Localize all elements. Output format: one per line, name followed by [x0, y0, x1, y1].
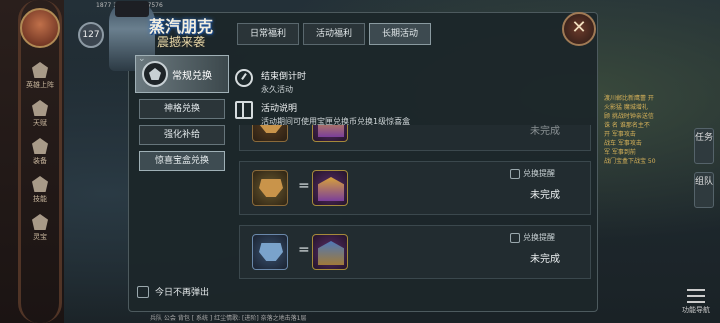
chest-icon	[318, 241, 344, 265]
exchange-reward-item[interactable]	[312, 125, 348, 142]
timer-icon	[235, 69, 253, 87]
exchange-cost-item[interactable]	[252, 170, 288, 206]
hero-icon	[32, 62, 48, 78]
equals-sign: =	[298, 242, 310, 258]
menu-item-surprise-box-exchange[interactable]: 惊喜宝盒兑换	[139, 151, 225, 171]
chat-line: 渡川郸比新鹰蕾 开	[604, 95, 654, 102]
emblem-icon	[142, 61, 168, 87]
exchange-cost-item[interactable]	[252, 234, 288, 270]
menu-icon	[687, 289, 705, 303]
event-modal: 蒸汽朋克 震撼来袭 日常福利 活动福利 长期活动 常规兑换 ⌄ 神格兑换 强化补…	[109, 1, 598, 312]
countdown-title: 结束倒计时	[261, 72, 307, 82]
treasure-icon	[32, 214, 48, 230]
event-info: 结束倒计时 永久活动 活动说明 活动期间可使用宝匣兑换币兑换1级惊喜盒	[235, 69, 585, 133]
token-icon	[259, 243, 283, 261]
exchange-row: = 兑换提醒 未完成	[239, 225, 591, 279]
sidebar-item-label: 技能	[33, 195, 47, 203]
exchange-status: 未完成	[530, 190, 560, 201]
remind-toggle[interactable]: 兑换提醒	[510, 232, 555, 243]
token-icon	[259, 179, 283, 197]
event-subtitle: 震撼来袭	[157, 35, 206, 49]
chest-icon	[318, 177, 344, 201]
dont-show-today-label: 今日不再弹出	[155, 288, 210, 298]
close-button[interactable]: ✕	[562, 12, 596, 46]
close-icon: ✕	[571, 17, 587, 38]
remind-toggle[interactable]: 兑换提醒	[510, 168, 555, 179]
skill-icon	[32, 176, 48, 192]
exchange-reward-item[interactable]	[312, 234, 348, 270]
sidebar-item-label: 英雄上阵	[26, 81, 54, 89]
menu-header-label: 常规兑换	[172, 70, 212, 82]
bottom-system-bar: 兵队 公会 背包 [ 系统 ] 红尘情歌: [进阶] 奈落之地击落1层	[150, 315, 307, 322]
function-nav-button[interactable]: 功能导航	[678, 289, 714, 317]
dont-show-today-toggle[interactable]: 今日不再弹出	[137, 285, 209, 298]
token-icon	[259, 125, 283, 133]
tab-team[interactable]: 组队	[694, 172, 714, 208]
exchange-status: 未完成	[530, 254, 560, 265]
exchange-row: 未完成	[239, 125, 591, 151]
sidebar-item-hero[interactable]: 英雄上阵	[22, 62, 58, 90]
top-tabs: 日常福利 活动福利 长期活动	[237, 23, 432, 45]
sidebar-item-skill[interactable]: 技能	[22, 176, 58, 204]
exchange-status: 未完成	[530, 126, 560, 137]
equipment-icon	[32, 138, 48, 154]
sidebar-item-equipment[interactable]: 装备	[22, 138, 58, 166]
sidebar-item-label: 装备	[33, 157, 47, 165]
tab-daily-welfare[interactable]: 日常福利	[237, 23, 300, 45]
sidebar-item-treasure[interactable]: 灵宝	[22, 214, 58, 242]
checkbox[interactable]	[510, 232, 520, 243]
countdown-row: 结束倒计时 永久活动	[235, 69, 585, 95]
equals-sign: =	[298, 178, 310, 194]
menu-item-divinity-exchange[interactable]: 神格兑换	[139, 99, 225, 119]
chat-line: 顾 挑战时钟亲送信	[604, 113, 654, 120]
top-hat-icon	[115, 1, 149, 17]
tab-tasks[interactable]: 任务	[694, 128, 714, 164]
talent-icon	[32, 100, 48, 116]
remind-label: 兑换提醒	[523, 169, 555, 178]
checkbox[interactable]	[510, 168, 520, 179]
exchange-list[interactable]: 未完成 = 兑换提醒 未完成 = 兑换提醒 未完成	[239, 125, 591, 301]
sidebar-item-label: 灵宝	[33, 233, 47, 241]
tab-long-term-event[interactable]: 长期活动	[369, 23, 432, 45]
menu-item-enhance-supply[interactable]: 强化补给	[139, 125, 225, 145]
exchange-menu: 常规兑换 ⌄ 神格兑换 强化补给 惊喜宝盒兑换	[135, 54, 229, 171]
left-sidebar: 英雄上阵 天赋 装备 技能 灵宝	[0, 0, 64, 323]
sidebar-item-talent[interactable]: 天赋	[22, 100, 58, 128]
description-title: 活动说明	[261, 104, 298, 114]
chat-line: 火影猛 魔城增礼	[604, 104, 648, 111]
countdown-value: 永久活动	[261, 85, 293, 94]
exchange-cost-item[interactable]	[252, 125, 288, 142]
chevron-down-icon: ⌄	[138, 54, 146, 64]
function-nav-label: 功能导航	[682, 306, 710, 314]
description-row: 活动说明 活动期间可使用宝匣兑换币兑换1级惊喜盒	[235, 101, 585, 127]
exchange-reward-item[interactable]	[312, 170, 348, 206]
sidebar-item-label: 天赋	[33, 119, 47, 127]
tab-event-welfare[interactable]: 活动福利	[303, 23, 366, 45]
exchange-row: = 兑换提醒 未完成	[239, 161, 591, 215]
gift-icon	[235, 101, 253, 119]
chest-icon	[318, 125, 344, 137]
checkbox[interactable]	[137, 285, 149, 298]
menu-header-regular-exchange[interactable]: 常规兑换 ⌄	[135, 54, 229, 93]
remind-label: 兑换提醒	[523, 233, 555, 242]
player-avatar[interactable]	[20, 8, 60, 48]
